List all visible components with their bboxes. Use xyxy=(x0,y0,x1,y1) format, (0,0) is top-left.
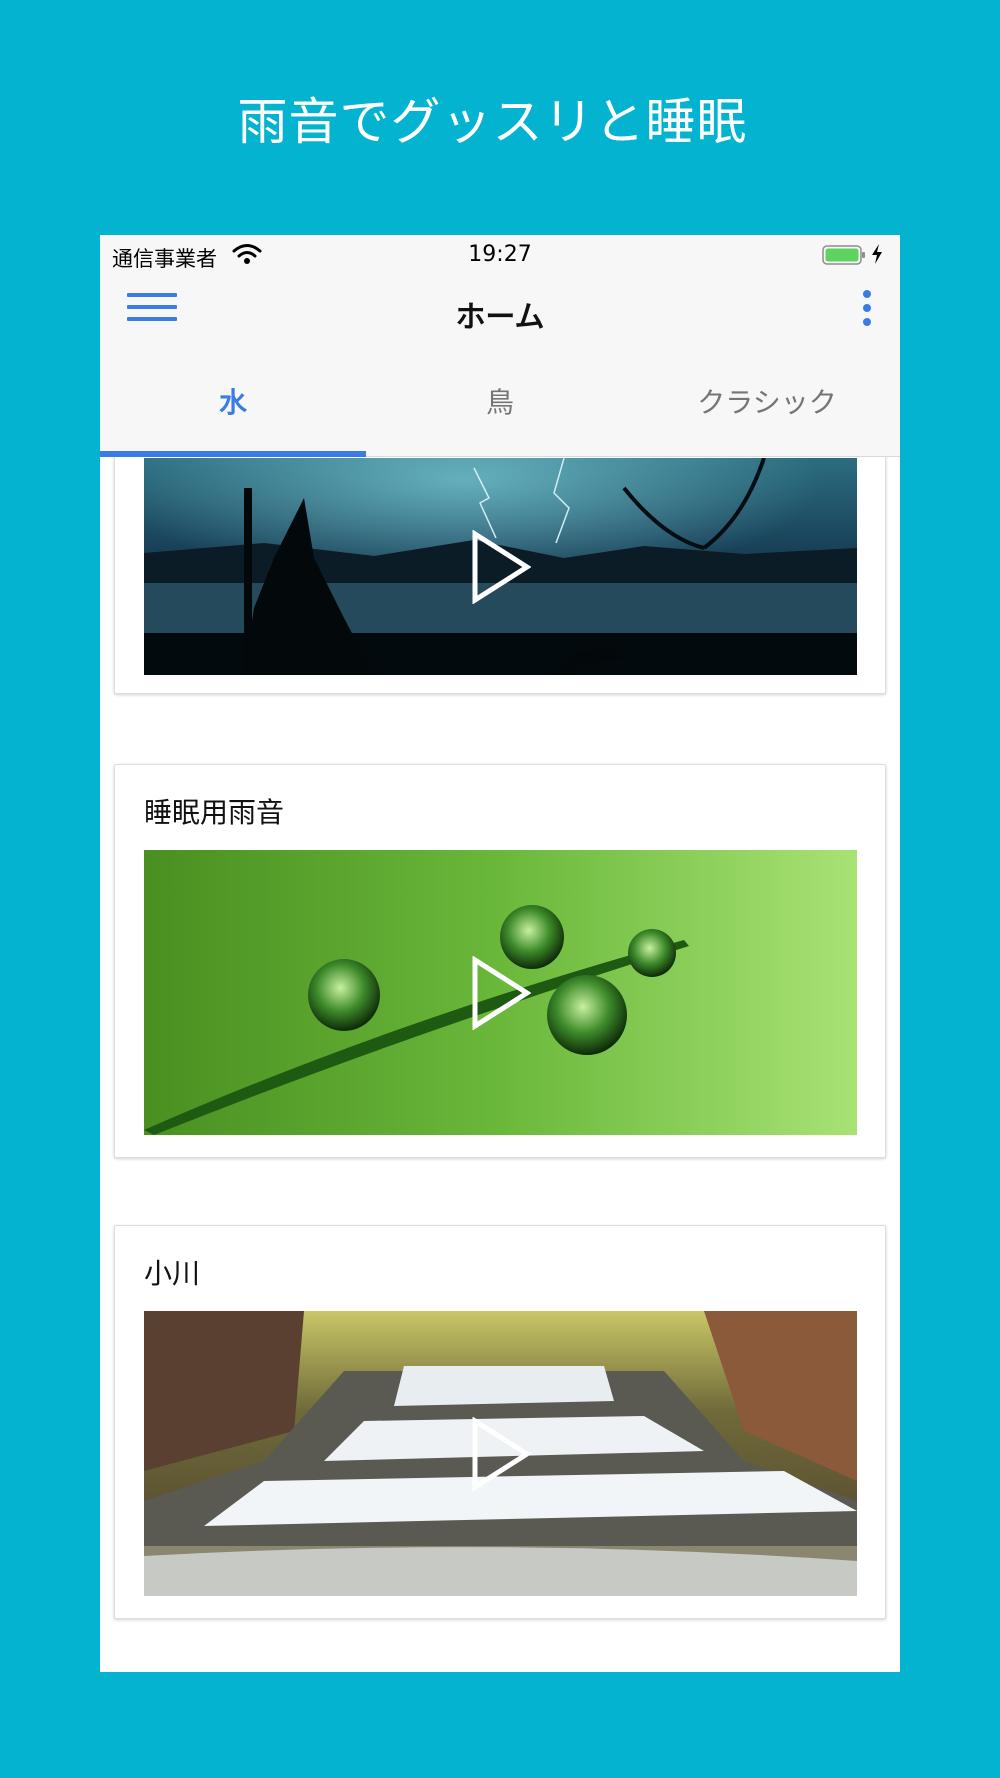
page-title: ホーム xyxy=(455,300,545,335)
play-icon xyxy=(472,955,531,1030)
status-time: 19:27 xyxy=(468,242,532,267)
app-bar: ホーム xyxy=(100,275,900,355)
phone-screen: 通信事業者 19:27 ホーム 水 鳥 クラシック 睡眠用雨音 小川 xyxy=(100,235,900,1672)
sound-list: 睡眠用雨音 小川 xyxy=(100,457,900,1672)
more-vert-icon[interactable] xyxy=(859,290,875,334)
promo-headline: 雨音でグッスリと睡眠 xyxy=(237,93,748,151)
sound-thumbnail-stream[interactable] xyxy=(144,1311,857,1596)
sound-thumbnail-rain[interactable] xyxy=(144,850,857,1135)
battery-icon xyxy=(822,245,865,265)
sound-card: 小川 xyxy=(114,1225,886,1619)
charging-bolt-icon xyxy=(872,244,882,264)
play-icon xyxy=(472,529,531,604)
tab-water[interactable]: 水 xyxy=(100,355,366,451)
sound-card: 睡眠用雨音 xyxy=(114,764,886,1158)
sound-card xyxy=(114,457,886,694)
sound-card-title: 睡眠用雨音 xyxy=(144,796,285,829)
sound-card-title: 小川 xyxy=(144,1257,201,1290)
play-icon xyxy=(472,1416,531,1491)
tab-birds[interactable]: 鳥 xyxy=(367,355,633,451)
sound-thumbnail-night-lake[interactable] xyxy=(144,458,857,675)
tab-classic[interactable]: クラシック xyxy=(634,355,900,451)
status-bar: 通信事業者 19:27 xyxy=(100,235,900,275)
tab-bar: 水 鳥 クラシック xyxy=(100,355,900,457)
